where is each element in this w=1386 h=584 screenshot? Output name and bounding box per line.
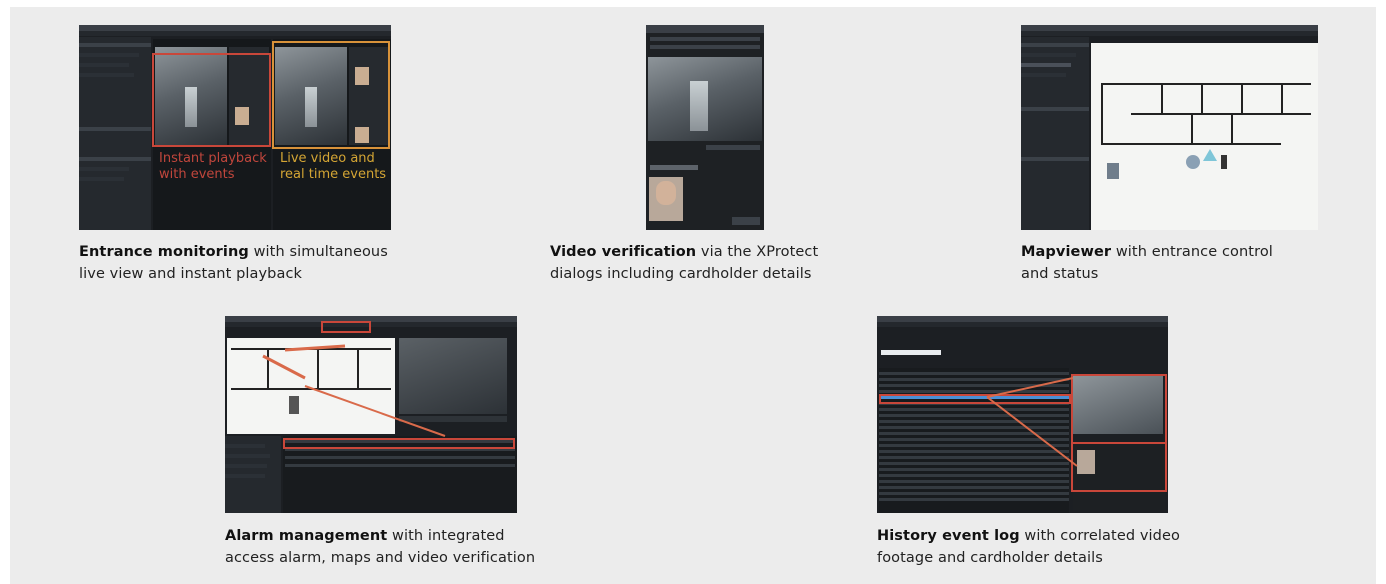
floor-plan-map [1091, 43, 1318, 230]
sidebar [79, 37, 151, 230]
history-arrows [986, 377, 1078, 467]
sidebar [1021, 37, 1089, 230]
tab-bar [79, 31, 391, 36]
overlay-instant-playback: Instant playback with events [159, 151, 267, 182]
caption-video-verification: Video verification via the XProtect dial… [550, 244, 819, 282]
tab-bar [1021, 31, 1318, 36]
live-highlight [272, 41, 390, 149]
video-verification-screenshot [646, 25, 764, 230]
playback-highlight [152, 53, 271, 147]
overlay-live-video: Live video and real time events [280, 151, 387, 182]
caption-mapviewer: Mapviewer with entrance control and stat… [1021, 244, 1273, 282]
alarm-arrows [262, 344, 446, 437]
mapviewer-screenshot [1021, 25, 1318, 230]
entrance-monitoring-screenshot: Instant playback with events Live video … [79, 25, 391, 230]
caption-entrance-monitoring: Entrance monitoring with simultaneous li… [79, 244, 388, 282]
alarm-management-screenshot [225, 316, 517, 513]
caption-history-event-log: History event log with correlated video … [877, 528, 1180, 566]
history-event-log-screenshot [877, 316, 1168, 513]
caption-alarm-management: Alarm management with integrated access … [225, 528, 536, 566]
